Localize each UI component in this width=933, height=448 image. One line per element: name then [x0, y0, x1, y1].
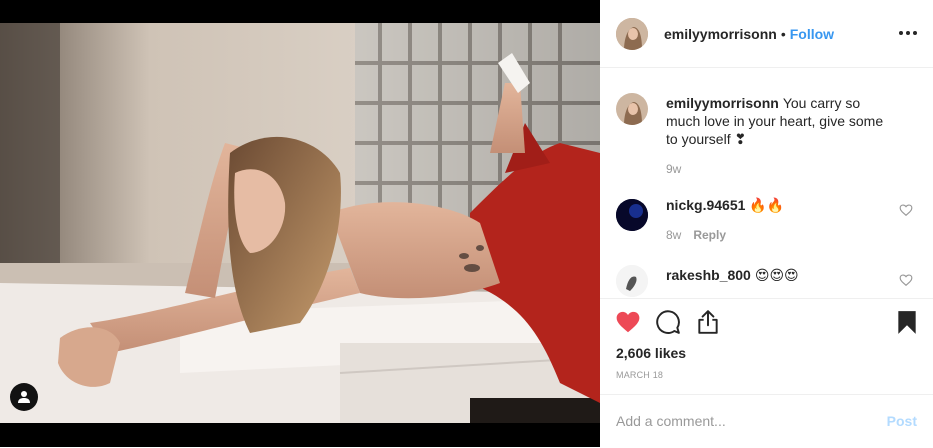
reply-button[interactable]: Reply — [693, 228, 726, 242]
likes-count[interactable]: 2,606 likes — [616, 345, 686, 361]
follow-button[interactable]: Follow — [790, 26, 834, 42]
more-options-icon[interactable] — [899, 24, 917, 42]
add-comment-input[interactable] — [616, 409, 866, 433]
heart-icon[interactable] — [899, 273, 913, 287]
comment-text: 🔥🔥 — [749, 197, 785, 213]
avatar-image — [616, 265, 648, 297]
user-tag-button[interactable] — [10, 383, 38, 411]
avatar[interactable] — [616, 17, 648, 50]
comment-text-block: rakeshb_800 😍😍😍 — [666, 266, 889, 284]
comment-item: nickg.94651 🔥🔥 8w Reply — [616, 196, 917, 249]
avatar[interactable] — [616, 265, 648, 297]
photo-illustration — [0, 23, 600, 423]
heart-icon[interactable] — [615, 309, 641, 335]
avatar-image — [616, 17, 648, 50]
comments-list[interactable]: emilyymorrisonn You carry so much love in… — [600, 69, 933, 298]
post-header: emilyymorrisonn • Follow — [600, 0, 933, 68]
user-tag-icon — [18, 391, 30, 403]
post-author-username[interactable]: emilyymorrisonn — [664, 26, 777, 42]
post-sidebar: emilyymorrisonn • Follow emilyymorrisonn… — [600, 0, 933, 447]
comment-username[interactable]: rakeshb_800 — [666, 267, 751, 283]
comment-meta: 8w Reply — [666, 228, 726, 242]
avatar[interactable] — [616, 93, 648, 125]
post-media — [0, 0, 600, 447]
add-comment-bar: Post — [600, 394, 933, 448]
avatar-image — [616, 199, 648, 231]
post-comment-button[interactable]: Post — [887, 413, 917, 429]
caption-text-block: emilyymorrisonn You carry so much love in… — [666, 94, 889, 148]
bookmark-icon[interactable] — [894, 309, 920, 335]
comment-text: 😍😍😍 — [754, 267, 799, 283]
post-date: March 18 — [616, 370, 664, 380]
comment-text-block: nickg.94651 🔥🔥 — [666, 196, 889, 214]
avatar-image — [616, 93, 648, 125]
separator-dot: • — [780, 25, 786, 42]
post-photo[interactable] — [0, 23, 600, 423]
comment-icon[interactable] — [655, 309, 681, 335]
caption-time: 9w — [666, 162, 682, 176]
caption-item: emilyymorrisonn You carry so much love in… — [616, 93, 917, 183]
comment-username[interactable]: nickg.94651 — [666, 197, 745, 213]
avatar[interactable] — [616, 199, 648, 231]
comment-time: 8w — [666, 228, 682, 242]
caption-username[interactable]: emilyymorrisonn — [666, 95, 779, 111]
comment-item: rakeshb_800 😍😍😍 — [616, 265, 917, 298]
heart-icon[interactable] — [899, 203, 913, 217]
post-actions: 2,606 likes March 18 — [600, 298, 933, 399]
share-icon[interactable] — [695, 309, 721, 335]
